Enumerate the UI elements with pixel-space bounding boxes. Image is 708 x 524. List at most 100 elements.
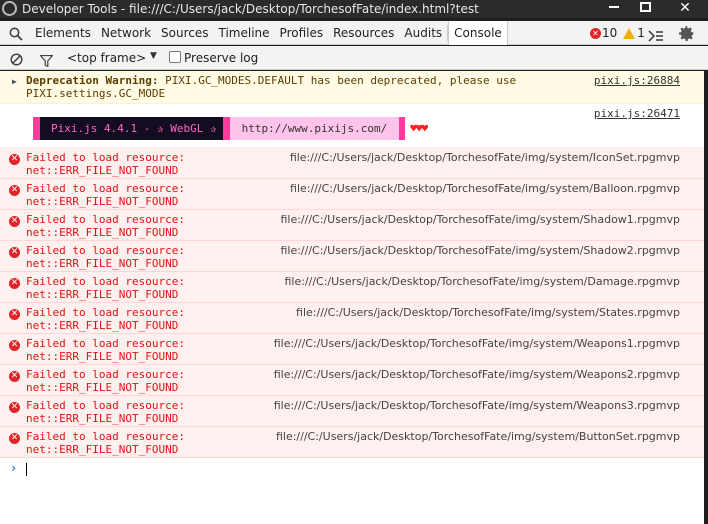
warning-text: Deprecation Warning: PIXI.GC_MODES.DEFAU…: [26, 74, 526, 100]
filter-icon[interactable]: [39, 52, 54, 71]
error-text: Failed to load resource:: [26, 368, 185, 381]
inspect-element-icon[interactable]: [9, 26, 23, 45]
tab-console[interactable]: Console: [448, 21, 508, 45]
error-icon: ✕: [9, 309, 20, 320]
tab-elements[interactable]: Elements: [30, 21, 96, 45]
error-icon: ✕: [9, 216, 20, 227]
error-message: ✕ Failed to load resource: net::ERR_FILE_N…: [0, 396, 708, 427]
devtools-tab-bar: Elements Network Sources Timeline Profiles Re…: [0, 21, 708, 45]
banner-title: Pixi.js 4.4.1 - ✰ WebGL ✰: [40, 117, 223, 140]
error-text: Failed to load resource:: [26, 337, 185, 350]
error-message: ✕ Failed to load resource: net::ERR_FILE_N…: [0, 272, 708, 303]
deprecation-warning-message: ▶ Deprecation Warning: PIXI.GC_MODES.DEF…: [0, 71, 708, 104]
error-count-icon: ✕: [590, 27, 601, 39]
clear-console-icon[interactable]: [10, 51, 23, 70]
error-count: 10: [602, 26, 618, 40]
window-edge: [704, 71, 708, 524]
error-resource-link[interactable]: file:///C:/Users/jack/Desktop/TorchesofF…: [280, 213, 680, 226]
error-message: ✕ Failed to load resource: net::ERR_FILE_N…: [0, 334, 708, 365]
error-resource-link[interactable]: file:///C:/Users/jack/Desktop/TorchesofF…: [284, 275, 680, 288]
text-cursor: [26, 463, 27, 476]
error-message: ✕ Failed to load resource: net::ERR_FILE_N…: [0, 365, 708, 396]
error-code: net::ERR_FILE_NOT_FOUND: [26, 195, 179, 208]
error-icon: ✕: [9, 185, 20, 196]
console-toolbar: <top frame> ▼ Preserve log: [0, 46, 708, 70]
window-title-bar: Developer Tools - file:///C:/Users/jack/…: [0, 0, 708, 18]
warning-label: Deprecation Warning:: [26, 74, 159, 87]
tab-resources[interactable]: Resources: [328, 21, 399, 45]
chevron-down-icon[interactable]: ▼: [150, 51, 157, 61]
banner-stripe: [222, 117, 230, 140]
devtools-app-icon: [2, 1, 17, 16]
console-messages: ▶ Deprecation Warning: PIXI.GC_MODES.DEF…: [0, 71, 708, 524]
frame-selector[interactable]: <top frame>: [67, 51, 146, 65]
pixi-banner-message: pixi.js:26471 Pixi.js 4.4.1 - ✰ WebGL ✰ …: [0, 104, 708, 148]
error-text: Failed to load resource:: [26, 244, 185, 257]
error-resource-link[interactable]: file:///C:/Users/jack/Desktop/TorchesofF…: [296, 306, 680, 319]
error-resource-link[interactable]: file:///C:/Users/jack/Desktop/TorchesofF…: [274, 337, 680, 350]
error-code: net::ERR_FILE_NOT_FOUND: [26, 350, 179, 363]
error-message: ✕ Failed to load resource: net::ERR_FILE_N…: [0, 210, 708, 241]
error-text: Failed to load resource:: [26, 182, 185, 195]
error-code: net::ERR_FILE_NOT_FOUND: [26, 288, 179, 301]
error-icon: ✕: [9, 371, 20, 382]
window-controls: ✕: [598, 0, 708, 18]
error-icon: ✕: [9, 433, 20, 444]
error-resource-link[interactable]: file:///C:/Users/jack/Desktop/TorchesofF…: [280, 244, 680, 257]
warning-source-link[interactable]: pixi.js:26884: [594, 74, 680, 87]
banner-url: http://www.pixijs.com/: [229, 117, 400, 140]
tab-profiles[interactable]: Profiles: [275, 21, 329, 45]
error-resource-link[interactable]: file:///C:/Users/jack/Desktop/TorchesofF…: [276, 430, 680, 443]
error-text: Failed to load resource:: [26, 213, 185, 226]
error-icon: ✕: [9, 340, 20, 351]
error-message: ✕ Failed to load resource: net::ERR_FILE_N…: [0, 148, 708, 179]
error-icon: ✕: [9, 154, 20, 165]
error-resource-link[interactable]: file:///C:/Users/jack/Desktop/TorchesofF…: [290, 151, 680, 164]
error-resource-link[interactable]: file:///C:/Users/jack/Desktop/TorchesofF…: [274, 399, 680, 412]
error-text: Failed to load resource:: [26, 151, 185, 164]
tab-network[interactable]: Network: [96, 21, 156, 45]
error-message: ✕ Failed to load resource: net::ERR_FILE_N…: [0, 179, 708, 210]
warning-count-icon: [623, 27, 636, 39]
error-icon: ✕: [9, 278, 20, 289]
error-text: Failed to load resource:: [26, 275, 185, 288]
error-code: net::ERR_FILE_NOT_FOUND: [26, 164, 179, 177]
error-code: net::ERR_FILE_NOT_FOUND: [26, 226, 179, 239]
console-prompt[interactable]: ›: [0, 460, 708, 480]
show-drawer-icon[interactable]: [648, 27, 664, 46]
warning-count: 1: [637, 26, 645, 40]
preserve-log-label[interactable]: Preserve log: [184, 51, 258, 65]
error-message: ✕ Failed to load resource: net::ERR_FILE_N…: [0, 427, 708, 458]
panel-tabs: Elements Network Sources Timeline Profiles Re…: [30, 21, 508, 45]
maximize-button[interactable]: [630, 0, 662, 18]
settings-gear-icon[interactable]: [678, 25, 695, 46]
banner-stripe: [33, 117, 40, 140]
error-code: net::ERR_FILE_NOT_FOUND: [26, 412, 179, 425]
tab-sources[interactable]: Sources: [156, 21, 213, 45]
error-code: net::ERR_FILE_NOT_FOUND: [26, 443, 179, 456]
error-icon: ✕: [9, 402, 20, 413]
error-text: Failed to load resource:: [26, 430, 185, 443]
error-message: ✕ Failed to load resource: net::ERR_FILE_N…: [0, 241, 708, 272]
banner-source-link[interactable]: pixi.js:26471: [594, 107, 680, 120]
tab-audits[interactable]: Audits: [399, 21, 447, 45]
prompt-chevron-icon: ›: [10, 461, 18, 475]
error-code: net::ERR_FILE_NOT_FOUND: [26, 257, 179, 270]
error-text: Failed to load resource:: [26, 306, 185, 319]
error-resource-link[interactable]: file:///C:/Users/jack/Desktop/TorchesofF…: [274, 368, 680, 381]
pixi-banner: Pixi.js 4.4.1 - ✰ WebGL ✰ http://www.pix…: [33, 117, 428, 140]
close-button[interactable]: ✕: [662, 0, 708, 18]
error-resource-link[interactable]: file:///C:/Users/jack/Desktop/TorchesofF…: [290, 182, 680, 195]
error-code: net::ERR_FILE_NOT_FOUND: [26, 319, 179, 332]
preserve-log-checkbox[interactable]: [169, 51, 181, 63]
error-icon: ✕: [9, 247, 20, 258]
banner-hearts: ♥♥♥: [410, 122, 428, 135]
tab-timeline[interactable]: Timeline: [214, 21, 275, 45]
error-text: Failed to load resource:: [26, 399, 185, 412]
minimize-button[interactable]: [598, 0, 630, 18]
message-counts[interactable]: ✕ 10 1: [590, 26, 645, 40]
close-icon: ✕: [679, 0, 691, 16]
error-code: net::ERR_FILE_NOT_FOUND: [26, 381, 179, 394]
maximize-icon: [640, 2, 651, 12]
expand-triangle-icon[interactable]: ▶: [12, 77, 17, 86]
